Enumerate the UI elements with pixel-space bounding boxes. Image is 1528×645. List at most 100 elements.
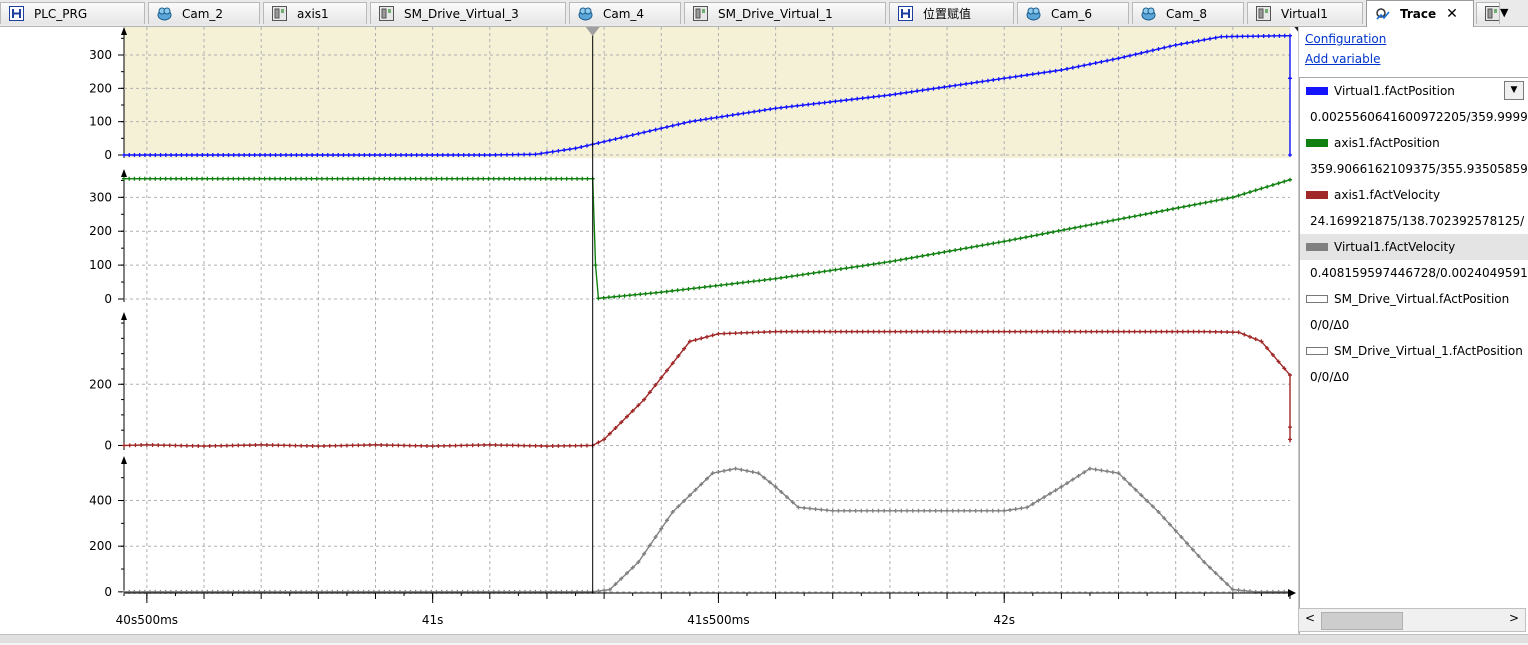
data-point-marker [596,589,601,594]
data-point-marker [1056,329,1061,334]
data-point-marker [746,279,751,284]
tab-位置赋值[interactable]: 位置赋值 [889,2,1014,24]
data-point-marker [580,176,585,181]
data-point-marker [877,329,882,334]
data-point-marker [931,251,936,256]
data-point-marker [1111,329,1116,334]
configuration-link[interactable]: Configuration [1305,32,1386,46]
tab-cam-8[interactable]: Cam_8 [1132,2,1244,24]
data-point-marker [398,176,403,181]
data-point-marker [633,292,638,297]
trace-variable-item[interactable]: axis1.fActPosition [1300,130,1528,156]
trace-variable-item[interactable]: axis1.fActVelocity [1300,182,1528,208]
data-point-marker [516,443,521,448]
data-point-marker [979,508,984,513]
data-point-marker [584,443,589,448]
tab-cam-4[interactable]: Cam_4 [569,2,681,24]
data-point-marker [1230,195,1235,200]
horizontal-scrollbar[interactable]: < > [1298,608,1526,632]
variable-cursor-values: 359.9066162109375/355.93505859 [1310,162,1528,176]
series-line-2 [123,330,1291,447]
data-point-marker [719,283,724,288]
tab-plc-prg[interactable]: PLC_PRG [0,2,145,24]
data-point-marker [648,291,653,296]
data-point-marker [1007,238,1012,243]
data-point-marker [1242,191,1247,196]
data-point-marker [278,176,283,181]
data-point-marker [270,443,275,448]
data-point-marker [1116,329,1121,334]
trace-variable-item[interactable]: Virtual1.fActVelocity [1300,234,1528,260]
data-point-marker [230,443,235,448]
data-point-marker [309,176,314,181]
scrollbar-thumb[interactable] [1321,612,1403,630]
trace-variable-item[interactable]: SM_Drive_Virtual.fActPosition [1300,286,1528,312]
data-point-marker [1225,330,1230,335]
scroll-left-icon[interactable]: < [1305,611,1315,625]
data-point-marker [686,286,691,291]
data-point-marker [502,176,507,181]
data-point-marker [1203,200,1208,205]
tab-extra[interactable] [1476,2,1500,24]
data-point-marker [871,329,876,334]
data-point-marker [1029,234,1034,239]
data-point-marker [909,255,914,260]
tab-axis1[interactable]: axis1 [263,2,367,24]
data-point-marker [319,176,324,181]
add-variable-link[interactable]: Add variable [1305,52,1380,66]
data-point-marker [991,241,996,246]
tab-label: PLC_PRG [34,6,88,21]
data-point-marker [1029,329,1034,334]
data-point-marker [693,337,698,342]
data-point-marker [522,176,527,181]
variable-color-swatch [1306,139,1328,147]
data-point-marker [612,294,617,299]
tab-cam-6[interactable]: Cam_6 [1017,2,1129,24]
x-axis-arrow [1288,589,1296,597]
data-point-marker [1143,329,1148,334]
data-point-marker [675,288,680,293]
data-point-marker [1180,329,1185,334]
variable-dropdown-button[interactable]: ▼ [1504,81,1524,100]
data-point-marker [259,442,264,447]
trace-variable-item[interactable]: Virtual1.fActPosition [1300,78,1528,104]
trace-variable-item[interactable]: SM_Drive_Virtual_1.fActPosition [1300,338,1528,364]
data-point-marker [310,443,315,448]
data-point-marker [1013,237,1018,242]
data-point-marker [860,329,865,334]
close-tab-icon[interactable]: ✕ [1446,6,1458,22]
tab-label: Cam_8 [1166,6,1208,21]
data-point-marker [442,443,447,448]
data-point-marker [828,268,833,273]
tab-sm-drive-virtual-3[interactable]: SM_Drive_Virtual_3 [370,2,566,24]
variable-name: axis1.fActVelocity [1334,188,1441,202]
data-point-marker [450,176,455,181]
data-point-marker [1062,329,1067,334]
data-point-marker [1270,182,1275,187]
data-point-marker [853,508,858,513]
data-point-marker [950,508,955,513]
trace-variable-list: Virtual1.fActPosition 0.00255606416009722… [1299,77,1528,635]
tab-trace[interactable]: Trace ✕ [1366,0,1474,27]
trace-plot-area[interactable]: 0 100 200 300 0 100 200 300 0 200 0 200 400 40s500ms 4… [0,27,1309,642]
data-point-marker [958,247,963,252]
data-point-marker [739,467,744,472]
data-point-marker [751,279,756,284]
trace-chart[interactable]: 0 100 200 300 0 100 200 300 0 200 0 200 400 40s500ms 4… [0,27,1309,642]
data-point-marker [733,331,738,336]
data-point-marker [459,443,464,448]
data-point-marker [817,329,822,334]
tab-cam-2[interactable]: Cam_2 [148,2,260,24]
tab-virtual1[interactable]: Virtual1 [1247,2,1363,24]
tab-sm-drive-virtual-1[interactable]: SM_Drive_Virtual_1 [684,2,886,24]
data-point-marker [1181,204,1186,209]
data-point-marker [1100,220,1105,225]
data-point-marker [132,176,137,181]
data-point-marker [491,176,496,181]
scroll-right-icon[interactable]: > [1509,611,1519,625]
data-point-marker [476,443,481,448]
data-point-marker [373,442,378,447]
tab-list-dropdown-icon[interactable]: ▼ [1500,6,1508,19]
data-point-marker [213,443,218,448]
data-point-marker [1288,437,1292,442]
